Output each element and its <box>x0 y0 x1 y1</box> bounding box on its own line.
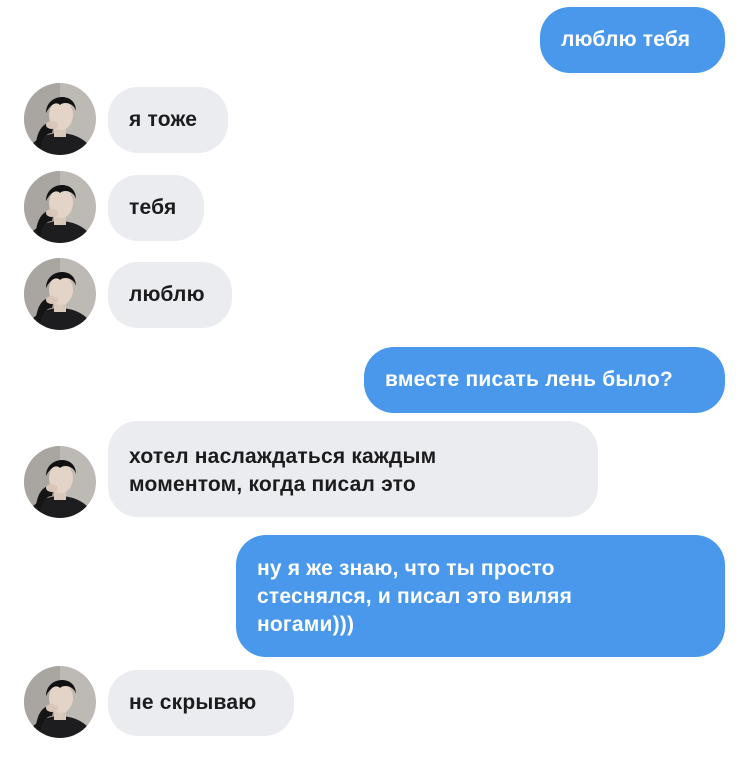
contact-avatar[interactable] <box>24 258 96 330</box>
message-bubble-incoming[interactable]: не скрываю <box>108 670 294 736</box>
contact-avatar-photo <box>24 258 96 330</box>
contact-avatar-photo <box>24 171 96 243</box>
message-bubble-outgoing[interactable]: ну я же знаю, что ты просто стеснялся, и… <box>236 535 725 657</box>
message-bubble-incoming[interactable]: люблю <box>108 262 232 328</box>
contact-avatar[interactable] <box>24 446 96 518</box>
contact-avatar[interactable] <box>24 83 96 155</box>
contact-avatar-photo <box>24 83 96 155</box>
contact-avatar-photo <box>24 666 96 738</box>
chat-thread: люблю тебя я тоже тебя люблю вместе писа… <box>0 0 750 762</box>
message-bubble-outgoing[interactable]: люблю тебя <box>540 7 725 73</box>
message-bubble-outgoing[interactable]: вместе писать лень было? <box>364 347 725 413</box>
message-bubble-incoming[interactable]: хотел наслаждаться каждым моментом, когд… <box>108 421 598 517</box>
message-bubble-incoming[interactable]: тебя <box>108 175 204 241</box>
contact-avatar-photo <box>24 446 96 518</box>
contact-avatar[interactable] <box>24 171 96 243</box>
contact-avatar[interactable] <box>24 666 96 738</box>
message-bubble-incoming[interactable]: я тоже <box>108 87 228 153</box>
